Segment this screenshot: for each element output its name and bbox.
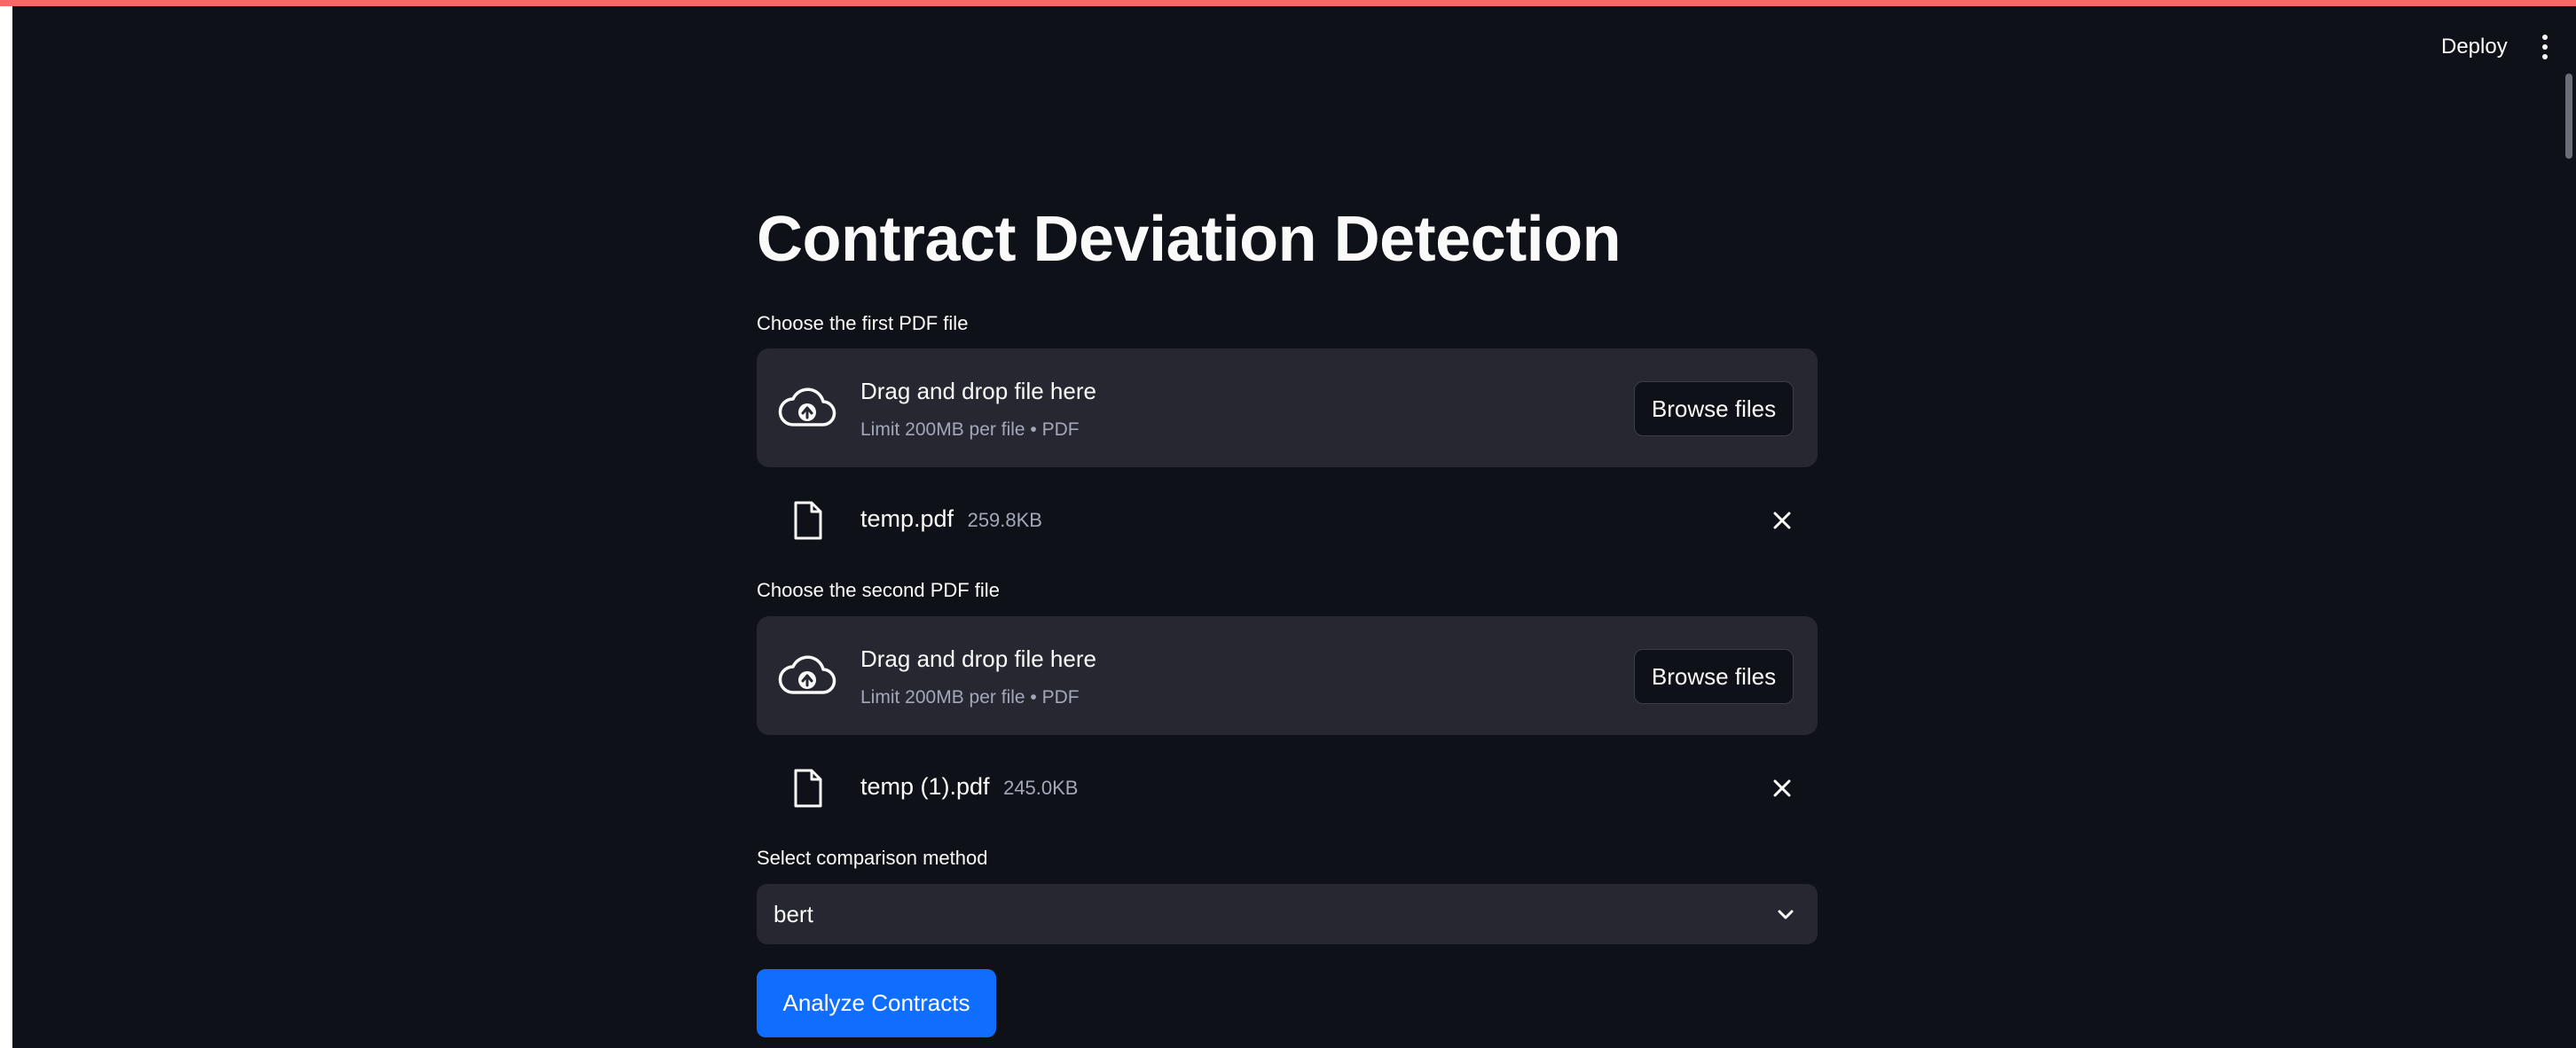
first-file-name-line: temp.pdf 259.8KB xyxy=(860,505,1042,533)
comparison-method-value: bert xyxy=(774,901,813,927)
app-header: Deploy xyxy=(12,6,2576,77)
first-file-name: temp.pdf xyxy=(860,505,954,532)
scrollbar-thumb[interactable] xyxy=(2565,74,2572,159)
second-uploaded-file: temp (1).pdf 245.0KB xyxy=(757,757,1818,819)
first-file-label: Choose the first PDF file xyxy=(757,312,969,334)
second-browse-files-button[interactable]: Browse files xyxy=(1634,649,1794,704)
second-dropzone-title: Drag and drop file here xyxy=(860,645,1096,672)
file-icon xyxy=(794,769,822,808)
close-icon[interactable] xyxy=(1768,774,1796,802)
first-dropzone-limit: Limit 200MB per file • PDF xyxy=(860,419,1080,440)
app-container: Deploy Contract Deviation Detection Choo… xyxy=(12,6,2576,1048)
second-file-name-line: temp (1).pdf 245.0KB xyxy=(860,773,1078,801)
file-icon xyxy=(794,501,822,540)
first-browse-files-button[interactable]: Browse files xyxy=(1634,381,1794,436)
second-file-label: Choose the second PDF file xyxy=(757,579,1000,601)
first-file-size: 259.8KB xyxy=(967,509,1042,531)
close-icon[interactable] xyxy=(1768,506,1796,535)
cloud-upload-icon xyxy=(778,387,836,426)
scrollbar[interactable] xyxy=(2562,6,2576,1048)
top-decoration-bar xyxy=(0,0,2576,6)
first-file-dropzone[interactable]: Drag and drop file here Limit 200MB per … xyxy=(757,348,1818,467)
analyze-contracts-button[interactable]: Analyze Contracts xyxy=(757,969,996,1037)
second-file-name: temp (1).pdf xyxy=(860,773,990,800)
vertical-ellipsis-icon[interactable] xyxy=(2532,27,2558,66)
deploy-button[interactable]: Deploy xyxy=(2432,29,2517,65)
second-dropzone-limit: Limit 200MB per file • PDF xyxy=(860,687,1080,708)
first-dropzone-title: Drag and drop file here xyxy=(860,378,1096,404)
comparison-method-select[interactable]: bert xyxy=(757,884,1818,944)
second-file-dropzone[interactable]: Drag and drop file here Limit 200MB per … xyxy=(757,616,1818,735)
chevron-down-icon xyxy=(1778,910,1794,919)
comparison-method-label: Select comparison method xyxy=(757,847,988,869)
page-title: Contract Deviation Detection xyxy=(757,204,1622,275)
first-uploaded-file: temp.pdf 259.8KB xyxy=(757,489,1818,551)
second-file-size: 245.0KB xyxy=(1003,777,1079,799)
cloud-upload-icon xyxy=(778,655,836,694)
